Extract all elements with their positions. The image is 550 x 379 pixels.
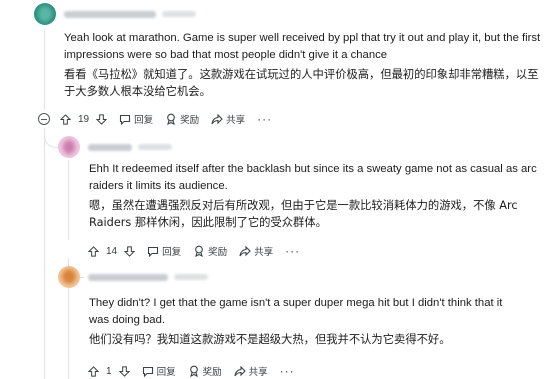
timestamp [138, 144, 172, 150]
upvote-icon[interactable] [88, 365, 99, 377]
reply-icon [148, 246, 159, 257]
award-label: 奖励 [180, 115, 200, 126]
user-avatar[interactable] [58, 136, 80, 158]
comment-text-zh: 他们没有吗？我知道这款游戏不是超级大热，但我并不认为它卖得不好。 [89, 333, 451, 346]
username[interactable] [64, 10, 156, 18]
award-icon [189, 365, 198, 377]
comment-header [34, 2, 196, 26]
share-button[interactable]: 共享 [239, 244, 273, 258]
more-options-icon[interactable]: ··· [280, 364, 295, 378]
downvote-icon[interactable] [124, 245, 136, 257]
comment-actions: 19 回复 奖励 共享 ··· [38, 109, 272, 129]
award-icon [195, 245, 203, 257]
timestamp [174, 274, 208, 280]
share-label: 共享 [248, 367, 268, 378]
comment-text-en: Yeah look at marathon. Game is super wel… [64, 32, 541, 61]
comment-text-en: Ehh It redeemed itself after the backlas… [89, 163, 537, 192]
vote-group: 14 [88, 245, 136, 257]
thread-line-root [44, 30, 45, 110]
share-label: 共享 [226, 115, 246, 126]
comment-header [58, 265, 208, 289]
vote-group: 19 [60, 113, 108, 125]
award-button[interactable]: 奖励 [193, 244, 227, 258]
reply-button[interactable]: 回复 [142, 364, 176, 378]
collapse-icon[interactable] [38, 113, 50, 125]
award-button[interactable]: 奖励 [165, 112, 199, 126]
comment-header [58, 135, 172, 159]
reply-label: 回复 [134, 115, 154, 126]
downvote-icon[interactable] [96, 113, 108, 125]
award-button[interactable]: 奖励 [188, 364, 222, 378]
thread-line-child [68, 160, 69, 240]
award-icon [167, 113, 175, 125]
comment-actions: 1 回复 奖励 共享 ··· [88, 361, 295, 379]
comment-actions: 14 回复 奖励 共享 ··· [88, 241, 300, 261]
reply-label: 回复 [156, 367, 176, 378]
share-label: 共享 [254, 247, 274, 258]
user-avatar[interactable] [58, 266, 80, 288]
more-options-icon[interactable]: ··· [257, 112, 272, 126]
username[interactable] [88, 273, 168, 281]
vote-count: 19 [78, 113, 90, 125]
share-icon [234, 365, 246, 376]
thread-line-root-lower [44, 128, 45, 379]
vote-count: 1 [106, 365, 112, 377]
reply-icon [142, 366, 153, 377]
reply-button[interactable]: 回复 [147, 244, 181, 258]
user-avatar[interactable] [34, 3, 56, 25]
timestamp [162, 11, 196, 17]
share-icon [239, 245, 251, 256]
downvote-icon[interactable] [118, 365, 130, 377]
vote-count: 14 [106, 245, 118, 257]
comment-text-en: They didn't? I get that the game isn't a… [89, 297, 503, 326]
share-icon [211, 113, 223, 124]
vote-group: 1 [88, 366, 130, 377]
award-label: 奖励 [208, 247, 228, 258]
comment-text-zh: 看看《马拉松》就知道了。这款游戏在试玩过的人中评价极高，但最初的印象却非常糟糕，… [64, 68, 539, 98]
reply-button[interactable]: 回复 [119, 112, 153, 126]
reply-icon [120, 114, 131, 125]
award-label: 奖励 [202, 367, 222, 378]
comment-text-zh: 嗯，虽然在遭遇强烈反对后有所改观，但由于它是一款比较消耗体力的游戏，不像 Arc… [89, 199, 518, 229]
more-options-icon[interactable]: ··· [285, 244, 300, 258]
share-button[interactable]: 共享 [234, 364, 268, 378]
upvote-icon[interactable] [60, 113, 71, 125]
upvote-icon[interactable] [88, 245, 99, 257]
username[interactable] [88, 143, 132, 151]
reply-label: 回复 [162, 247, 182, 258]
share-button[interactable]: 共享 [211, 112, 245, 126]
